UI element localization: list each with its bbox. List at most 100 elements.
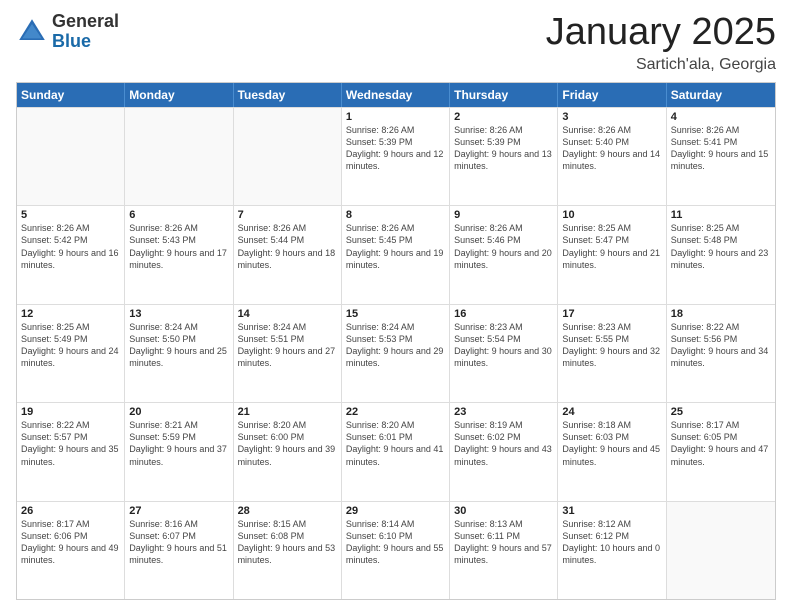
calendar-cell-2-3: 15Sunrise: 8:24 AM Sunset: 5:53 PM Dayli…	[342, 305, 450, 402]
calendar-cell-0-3: 1Sunrise: 8:26 AM Sunset: 5:39 PM Daylig…	[342, 108, 450, 205]
cell-date-23: 23	[454, 406, 553, 418]
calendar-cell-0-4: 2Sunrise: 8:26 AM Sunset: 5:39 PM Daylig…	[450, 108, 558, 205]
cell-info-23: Sunrise: 8:19 AM Sunset: 6:02 PM Dayligh…	[454, 419, 553, 468]
cell-info-30: Sunrise: 8:13 AM Sunset: 6:11 PM Dayligh…	[454, 518, 553, 567]
month-year-title: January 2025	[546, 12, 776, 54]
calendar-cell-3-3: 22Sunrise: 8:20 AM Sunset: 6:01 PM Dayli…	[342, 403, 450, 500]
logo-blue-text: Blue	[52, 31, 91, 51]
header: General Blue January 2025 Sartich'ala, G…	[16, 12, 776, 74]
location-subtitle: Sartich'ala, Georgia	[546, 56, 776, 74]
calendar-header: Sunday Monday Tuesday Wednesday Thursday…	[17, 83, 775, 107]
cell-info-11: Sunrise: 8:25 AM Sunset: 5:48 PM Dayligh…	[671, 222, 771, 271]
cell-info-12: Sunrise: 8:25 AM Sunset: 5:49 PM Dayligh…	[21, 321, 120, 370]
calendar-body: 1Sunrise: 8:26 AM Sunset: 5:39 PM Daylig…	[17, 107, 775, 599]
cell-date-26: 26	[21, 505, 120, 517]
cell-info-15: Sunrise: 8:24 AM Sunset: 5:53 PM Dayligh…	[346, 321, 445, 370]
calendar-cell-2-5: 17Sunrise: 8:23 AM Sunset: 5:55 PM Dayli…	[558, 305, 666, 402]
cell-info-8: Sunrise: 8:26 AM Sunset: 5:45 PM Dayligh…	[346, 222, 445, 271]
cell-date-20: 20	[129, 406, 228, 418]
cell-date-28: 28	[238, 505, 337, 517]
calendar-cell-1-1: 6Sunrise: 8:26 AM Sunset: 5:43 PM Daylig…	[125, 206, 233, 303]
calendar-cell-3-0: 19Sunrise: 8:22 AM Sunset: 5:57 PM Dayli…	[17, 403, 125, 500]
cell-date-6: 6	[129, 209, 228, 221]
calendar-cell-3-4: 23Sunrise: 8:19 AM Sunset: 6:02 PM Dayli…	[450, 403, 558, 500]
calendar-cell-1-3: 8Sunrise: 8:26 AM Sunset: 5:45 PM Daylig…	[342, 206, 450, 303]
calendar-cell-4-2: 28Sunrise: 8:15 AM Sunset: 6:08 PM Dayli…	[234, 502, 342, 599]
calendar-row-2: 12Sunrise: 8:25 AM Sunset: 5:49 PM Dayli…	[17, 304, 775, 402]
calendar-cell-4-0: 26Sunrise: 8:17 AM Sunset: 6:06 PM Dayli…	[17, 502, 125, 599]
cell-info-21: Sunrise: 8:20 AM Sunset: 6:00 PM Dayligh…	[238, 419, 337, 468]
cell-info-10: Sunrise: 8:25 AM Sunset: 5:47 PM Dayligh…	[562, 222, 661, 271]
cell-date-17: 17	[562, 308, 661, 320]
calendar-cell-3-1: 20Sunrise: 8:21 AM Sunset: 5:59 PM Dayli…	[125, 403, 233, 500]
calendar-cell-2-1: 13Sunrise: 8:24 AM Sunset: 5:50 PM Dayli…	[125, 305, 233, 402]
cell-info-20: Sunrise: 8:21 AM Sunset: 5:59 PM Dayligh…	[129, 419, 228, 468]
calendar-cell-0-2	[234, 108, 342, 205]
calendar: Sunday Monday Tuesday Wednesday Thursday…	[16, 82, 776, 600]
logo: General Blue	[16, 12, 119, 52]
weekday-tuesday: Tuesday	[234, 83, 342, 107]
calendar-cell-0-1	[125, 108, 233, 205]
calendar-row-0: 1Sunrise: 8:26 AM Sunset: 5:39 PM Daylig…	[17, 107, 775, 205]
cell-date-16: 16	[454, 308, 553, 320]
cell-date-19: 19	[21, 406, 120, 418]
cell-info-31: Sunrise: 8:12 AM Sunset: 6:12 PM Dayligh…	[562, 518, 661, 567]
calendar-cell-0-0	[17, 108, 125, 205]
cell-info-28: Sunrise: 8:15 AM Sunset: 6:08 PM Dayligh…	[238, 518, 337, 567]
calendar-cell-3-6: 25Sunrise: 8:17 AM Sunset: 6:05 PM Dayli…	[667, 403, 775, 500]
cell-date-12: 12	[21, 308, 120, 320]
cell-info-22: Sunrise: 8:20 AM Sunset: 6:01 PM Dayligh…	[346, 419, 445, 468]
weekday-monday: Monday	[125, 83, 233, 107]
cell-info-24: Sunrise: 8:18 AM Sunset: 6:03 PM Dayligh…	[562, 419, 661, 468]
weekday-friday: Friday	[558, 83, 666, 107]
cell-info-13: Sunrise: 8:24 AM Sunset: 5:50 PM Dayligh…	[129, 321, 228, 370]
calendar-cell-1-4: 9Sunrise: 8:26 AM Sunset: 5:46 PM Daylig…	[450, 206, 558, 303]
cell-date-10: 10	[562, 209, 661, 221]
cell-date-1: 1	[346, 111, 445, 123]
cell-date-5: 5	[21, 209, 120, 221]
cell-info-14: Sunrise: 8:24 AM Sunset: 5:51 PM Dayligh…	[238, 321, 337, 370]
cell-date-15: 15	[346, 308, 445, 320]
cell-info-1: Sunrise: 8:26 AM Sunset: 5:39 PM Dayligh…	[346, 124, 445, 173]
cell-info-5: Sunrise: 8:26 AM Sunset: 5:42 PM Dayligh…	[21, 222, 120, 271]
cell-info-7: Sunrise: 8:26 AM Sunset: 5:44 PM Dayligh…	[238, 222, 337, 271]
cell-date-30: 30	[454, 505, 553, 517]
calendar-cell-4-6	[667, 502, 775, 599]
cell-date-13: 13	[129, 308, 228, 320]
calendar-cell-2-0: 12Sunrise: 8:25 AM Sunset: 5:49 PM Dayli…	[17, 305, 125, 402]
calendar-cell-3-5: 24Sunrise: 8:18 AM Sunset: 6:03 PM Dayli…	[558, 403, 666, 500]
cell-date-24: 24	[562, 406, 661, 418]
cell-date-11: 11	[671, 209, 771, 221]
calendar-cell-4-1: 27Sunrise: 8:16 AM Sunset: 6:07 PM Dayli…	[125, 502, 233, 599]
logo-text: General Blue	[52, 12, 119, 52]
cell-info-26: Sunrise: 8:17 AM Sunset: 6:06 PM Dayligh…	[21, 518, 120, 567]
weekday-wednesday: Wednesday	[342, 83, 450, 107]
cell-info-18: Sunrise: 8:22 AM Sunset: 5:56 PM Dayligh…	[671, 321, 771, 370]
cell-info-17: Sunrise: 8:23 AM Sunset: 5:55 PM Dayligh…	[562, 321, 661, 370]
cell-info-4: Sunrise: 8:26 AM Sunset: 5:41 PM Dayligh…	[671, 124, 771, 173]
cell-date-9: 9	[454, 209, 553, 221]
cell-info-2: Sunrise: 8:26 AM Sunset: 5:39 PM Dayligh…	[454, 124, 553, 173]
calendar-cell-2-6: 18Sunrise: 8:22 AM Sunset: 5:56 PM Dayli…	[667, 305, 775, 402]
cell-info-9: Sunrise: 8:26 AM Sunset: 5:46 PM Dayligh…	[454, 222, 553, 271]
weekday-saturday: Saturday	[667, 83, 775, 107]
cell-info-3: Sunrise: 8:26 AM Sunset: 5:40 PM Dayligh…	[562, 124, 661, 173]
calendar-cell-0-5: 3Sunrise: 8:26 AM Sunset: 5:40 PM Daylig…	[558, 108, 666, 205]
cell-info-19: Sunrise: 8:22 AM Sunset: 5:57 PM Dayligh…	[21, 419, 120, 468]
calendar-cell-1-0: 5Sunrise: 8:26 AM Sunset: 5:42 PM Daylig…	[17, 206, 125, 303]
calendar-cell-1-5: 10Sunrise: 8:25 AM Sunset: 5:47 PM Dayli…	[558, 206, 666, 303]
calendar-cell-1-2: 7Sunrise: 8:26 AM Sunset: 5:44 PM Daylig…	[234, 206, 342, 303]
calendar-cell-4-3: 29Sunrise: 8:14 AM Sunset: 6:10 PM Dayli…	[342, 502, 450, 599]
cell-info-27: Sunrise: 8:16 AM Sunset: 6:07 PM Dayligh…	[129, 518, 228, 567]
calendar-cell-2-2: 14Sunrise: 8:24 AM Sunset: 5:51 PM Dayli…	[234, 305, 342, 402]
calendar-cell-3-2: 21Sunrise: 8:20 AM Sunset: 6:00 PM Dayli…	[234, 403, 342, 500]
cell-date-29: 29	[346, 505, 445, 517]
cell-date-2: 2	[454, 111, 553, 123]
logo-general-text: General	[52, 11, 119, 31]
calendar-cell-4-4: 30Sunrise: 8:13 AM Sunset: 6:11 PM Dayli…	[450, 502, 558, 599]
calendar-cell-4-5: 31Sunrise: 8:12 AM Sunset: 6:12 PM Dayli…	[558, 502, 666, 599]
cell-date-27: 27	[129, 505, 228, 517]
cell-date-18: 18	[671, 308, 771, 320]
cell-info-6: Sunrise: 8:26 AM Sunset: 5:43 PM Dayligh…	[129, 222, 228, 271]
cell-date-3: 3	[562, 111, 661, 123]
